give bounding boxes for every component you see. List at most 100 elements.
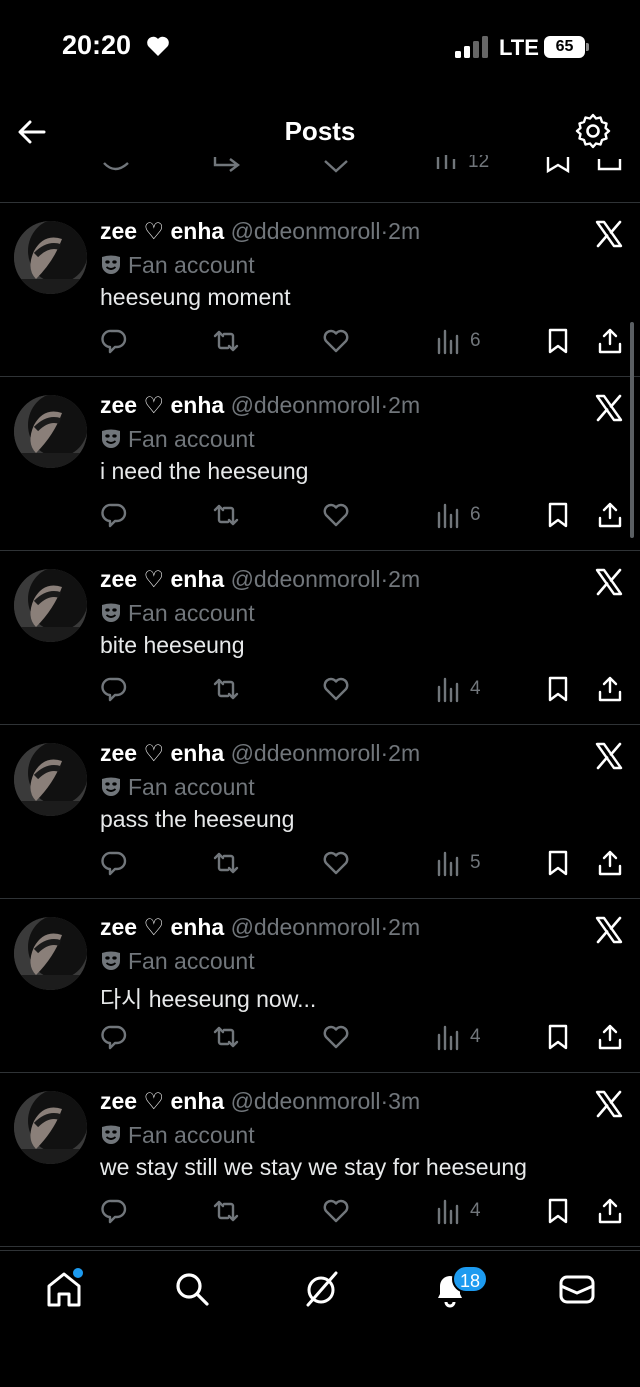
fan-account-badge: Fan account (100, 1122, 255, 1149)
share-button[interactable] (596, 499, 624, 531)
reply-icon (101, 329, 127, 354)
bookmark-button[interactable] (544, 673, 572, 705)
post-actions: 4 (0, 1195, 640, 1227)
share-button[interactable] (596, 847, 624, 879)
post-item[interactable]: zee ♡ enha @ddeonmoroll·2m Fan account 다… (0, 899, 640, 1073)
post-time[interactable]: 2m (388, 740, 420, 766)
author-name[interactable]: zee ♡ enha (100, 740, 224, 766)
home-unread-dot (73, 1268, 83, 1278)
author-name[interactable]: zee ♡ enha (100, 1088, 224, 1114)
views-button[interactable]: 6 (434, 499, 481, 531)
author-name[interactable]: zee ♡ enha (100, 914, 224, 940)
post-time[interactable]: 2m (388, 392, 420, 418)
views-count: 4 (470, 1026, 481, 1047)
bookmark-button[interactable] (544, 847, 572, 879)
repost-button[interactable] (212, 325, 240, 357)
grok-icon[interactable] (302, 1269, 342, 1309)
post-text: bite heeseung (100, 632, 245, 658)
share-button[interactable] (596, 1195, 624, 1227)
like-button[interactable] (322, 1195, 350, 1227)
bookmark-icon (548, 328, 568, 354)
avatar[interactable] (14, 221, 87, 294)
views-icon (437, 677, 459, 703)
author-name[interactable]: zee ♡ enha (100, 566, 224, 592)
repost-button[interactable] (212, 499, 240, 531)
post-actions: 5 (0, 847, 640, 879)
reply-button[interactable] (100, 499, 128, 531)
views-button[interactable]: 4 (434, 673, 481, 705)
network-label: LTE (499, 35, 539, 60)
heart-status-icon (147, 36, 169, 56)
page-title: Posts (284, 116, 356, 146)
views-button[interactable]: 4 (434, 1195, 481, 1227)
post-item[interactable]: zee ♡ enha @ddeonmoroll·2m Fan account p… (0, 725, 640, 899)
post-time[interactable]: 3m (388, 1088, 420, 1114)
author-handle[interactable]: @ddeonmoroll (231, 566, 381, 592)
repost-icon (213, 1026, 239, 1048)
reply-button[interactable] (100, 847, 128, 879)
search-icon[interactable] (172, 1269, 212, 1309)
battery-level: 65 (544, 36, 585, 58)
avatar[interactable] (14, 569, 87, 642)
author-handle[interactable]: @ddeonmoroll (231, 1088, 381, 1114)
post-item[interactable]: zee ♡ enha @ddeonmoroll·2m Fan account h… (0, 203, 640, 377)
gear-icon[interactable] (574, 112, 612, 150)
x-logo-icon (595, 916, 623, 944)
fan-account-badge: Fan account (100, 600, 255, 627)
views-button[interactable]: 5 (434, 847, 481, 879)
bookmark-button[interactable] (544, 499, 572, 531)
bookmark-button[interactable] (544, 1195, 572, 1227)
share-button[interactable] (596, 1021, 624, 1053)
reply-icon (101, 851, 127, 876)
reply-button[interactable] (100, 673, 128, 705)
share-button[interactable] (596, 673, 624, 705)
repost-button[interactable] (212, 1195, 240, 1227)
repost-button[interactable] (212, 1021, 240, 1053)
views-button[interactable]: 4 (434, 1021, 481, 1053)
mail-icon[interactable] (557, 1269, 597, 1309)
post-text: we stay still we stay we stay for heeseu… (100, 1154, 527, 1180)
like-button[interactable] (322, 1021, 350, 1053)
views-count: 4 (470, 1200, 481, 1221)
repost-button[interactable] (212, 847, 240, 879)
reply-button[interactable] (100, 325, 128, 357)
avatar[interactable] (14, 743, 87, 816)
fan-account-badge: Fan account (100, 774, 255, 801)
author-handle[interactable]: @ddeonmoroll (231, 392, 381, 418)
avatar[interactable] (14, 1091, 87, 1164)
author-name[interactable]: zee ♡ enha (100, 392, 224, 418)
author-handle[interactable]: @ddeonmoroll (231, 914, 381, 940)
like-button[interactable] (322, 325, 350, 357)
scrollbar[interactable] (630, 322, 634, 538)
heart-icon (323, 851, 349, 875)
share-button[interactable] (596, 325, 624, 357)
repost-icon (213, 678, 239, 700)
views-count: 6 (470, 330, 481, 351)
avatar[interactable] (14, 917, 87, 990)
author-handle[interactable]: @ddeonmoroll (231, 740, 381, 766)
reply-button[interactable] (100, 1195, 128, 1227)
post-time[interactable]: 2m (388, 566, 420, 592)
avatar[interactable] (14, 395, 87, 468)
bookmark-button[interactable] (544, 1021, 572, 1053)
like-button[interactable] (322, 673, 350, 705)
reply-button[interactable] (100, 1021, 128, 1053)
theater-mask-icon (102, 1125, 120, 1144)
views-button[interactable]: 6 (434, 325, 481, 357)
badge-label: Fan account (128, 1122, 255, 1148)
share-icon (598, 1024, 622, 1050)
post-item[interactable]: zee ♡ enha @ddeonmoroll·2m Fan account i… (0, 377, 640, 551)
author-handle[interactable]: @ddeonmoroll (231, 218, 381, 244)
like-button[interactable] (322, 847, 350, 879)
post-item[interactable]: zee ♡ enha @ddeonmoroll·3m Fan account w… (0, 1073, 640, 1247)
views-count: 4 (470, 678, 481, 699)
post-time[interactable]: 2m (388, 914, 420, 940)
author-name[interactable]: zee ♡ enha (100, 218, 224, 244)
bookmark-button[interactable] (544, 325, 572, 357)
repost-button[interactable] (212, 673, 240, 705)
like-button[interactable] (322, 499, 350, 531)
post-text: heeseung moment (100, 284, 291, 310)
post-item[interactable]: zee ♡ enha @ddeonmoroll·2m Fan account b… (0, 551, 640, 725)
repost-icon (213, 330, 239, 352)
post-time[interactable]: 2m (388, 218, 420, 244)
